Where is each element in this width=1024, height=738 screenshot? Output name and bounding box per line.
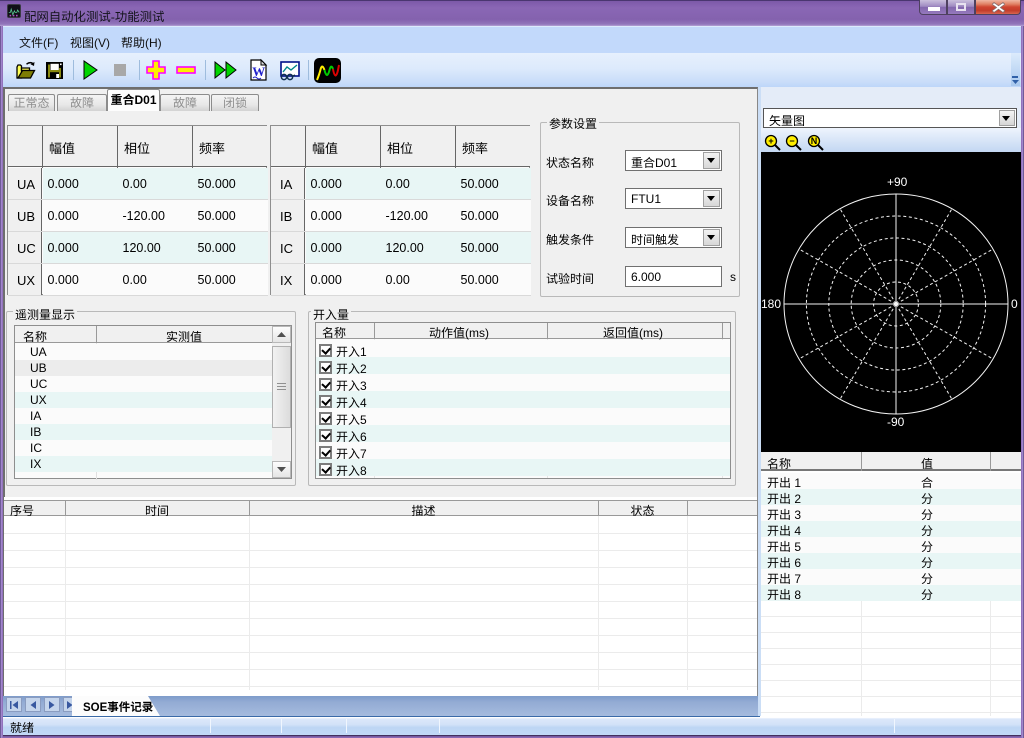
svg-text:+90: +90: [887, 175, 908, 189]
svg-text:0: 0: [1011, 297, 1018, 311]
svg-text:-90: -90: [887, 415, 905, 429]
svg-text:−: −: [789, 136, 794, 146]
svg-text:+: +: [768, 136, 773, 146]
svg-text:180: 180: [761, 297, 781, 311]
svg-text:N: N: [811, 136, 818, 146]
